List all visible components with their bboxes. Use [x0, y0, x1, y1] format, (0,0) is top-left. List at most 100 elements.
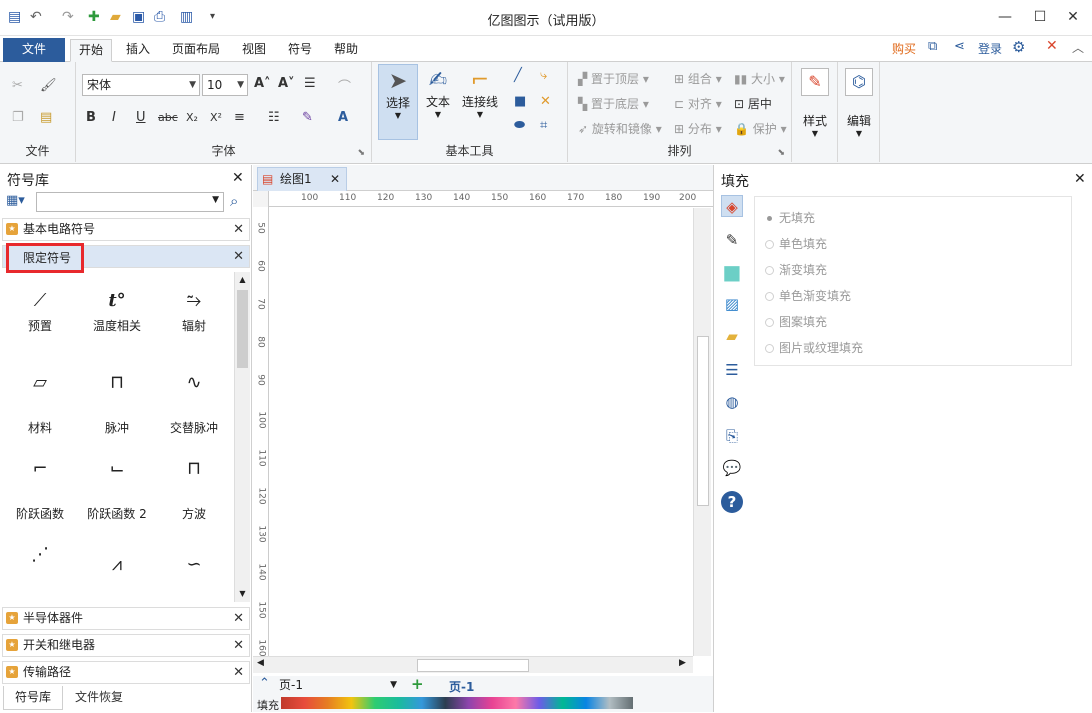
symbol-temperature[interactable]: t° 温度相关: [79, 285, 155, 334]
tab-page-layout[interactable]: 页面布局: [164, 39, 228, 62]
scroll-down-icon[interactable]: ▼: [235, 586, 250, 602]
superscript-button[interactable]: X²: [210, 111, 222, 124]
curve-tool-icon[interactable]: ⤷: [540, 68, 547, 83]
symbol-square-wave[interactable]: ⊓ 方波: [156, 453, 232, 522]
symbol-material[interactable]: ▱ 材料: [2, 367, 78, 436]
fill-option-solid[interactable]: 单色填充: [765, 235, 827, 252]
image-icon[interactable]: ▨: [721, 293, 743, 315]
category-qualifying-symbols-highlight[interactable]: 限定符号: [6, 243, 84, 273]
align-icon[interactable]: ☰: [304, 76, 316, 91]
align-button[interactable]: ⊏ 对齐 ▾: [674, 95, 722, 112]
symbol-preset[interactable]: ⟋ 预置: [2, 285, 78, 334]
shrink-font-icon[interactable]: A˅: [278, 76, 295, 91]
expand-pages-icon[interactable]: ⌃: [259, 676, 270, 691]
bullet-list-icon[interactable]: ☷: [268, 110, 280, 125]
font-name-select[interactable]: 宋体 ▼: [82, 74, 200, 96]
edit-button[interactable]: ⌬ 编辑 ▼: [840, 68, 878, 138]
login-link[interactable]: 登录: [978, 40, 1002, 57]
horizontal-scrollbar-thumb[interactable]: [417, 659, 529, 672]
canvas-horizontal-scrollbar[interactable]: ◀ ▶: [253, 656, 693, 673]
strikethrough-button[interactable]: abc: [158, 111, 178, 124]
add-page-icon[interactable]: +: [411, 675, 424, 693]
symbol-sawtooth-2[interactable]: ⩘: [79, 549, 155, 581]
canvas-vertical-scrollbar[interactable]: [693, 208, 711, 656]
format-painter-icon[interactable]: 🖌: [40, 78, 57, 93]
close-category-icon[interactable]: ✕: [233, 608, 244, 629]
fill-option-single-gradient[interactable]: 单色渐变填充: [765, 287, 851, 304]
rectangle-tool-icon[interactable]: ■: [514, 94, 526, 109]
symbol-radiation[interactable]: ⥲ 辐射: [156, 285, 232, 334]
symbol-alternating-pulse[interactable]: ∿ 交替脉冲: [156, 367, 232, 436]
scroll-up-icon[interactable]: ▲: [235, 272, 250, 288]
tab-symbol[interactable]: 符号: [280, 39, 320, 62]
symbol-search-input[interactable]: ▼: [36, 192, 224, 212]
group-button[interactable]: ⊞ 组合 ▾: [674, 70, 722, 87]
symbol-pulse[interactable]: ⊓ 脉冲: [79, 367, 155, 436]
buy-link[interactable]: 购买: [892, 40, 916, 57]
bring-to-front-button[interactable]: ▞ 置于顶层 ▾: [578, 70, 649, 87]
search-icon[interactable]: ⌕: [230, 192, 238, 210]
close-fill-panel-icon[interactable]: ✕: [1074, 171, 1086, 187]
data-list-icon[interactable]: ☰: [721, 359, 743, 381]
text-tool-button[interactable]: ✍ 文本 ▼: [420, 64, 456, 119]
italic-button[interactable]: I: [112, 110, 116, 125]
center-button[interactable]: ⊡ 居中: [734, 95, 772, 112]
paste-icon[interactable]: ▤: [40, 110, 52, 125]
vertical-scrollbar-thumb[interactable]: [697, 336, 709, 506]
line-tool-icon[interactable]: ╱: [514, 68, 522, 83]
color-palette[interactable]: [281, 697, 633, 709]
page-select[interactable]: 页-1 ▼: [279, 677, 399, 694]
highlight-icon[interactable]: ✎: [302, 110, 313, 125]
help-icon[interactable]: ?: [721, 491, 743, 513]
cut-icon[interactable]: ✂: [12, 78, 23, 93]
category-basic-circuit[interactable]: ★ 基本电路符号 ✕: [2, 218, 250, 241]
subscript-button[interactable]: X₂: [186, 111, 198, 124]
scroll-left-icon[interactable]: ◀: [257, 658, 264, 668]
symbol-step-function[interactable]: ⌐ 阶跃函数: [2, 453, 78, 522]
style-button[interactable]: ✎ 样式 ▼: [796, 68, 834, 138]
category-transmission-path[interactable]: ★ 传输路径 ✕: [2, 661, 250, 684]
category-semiconductor[interactable]: ★ 半导体器件 ✕: [2, 607, 250, 630]
send-to-back-button[interactable]: ▚ 置于底层 ▾: [578, 95, 649, 112]
symbol-sawtooth[interactable]: ⋰: [2, 539, 78, 571]
line-style-icon[interactable]: ✎: [721, 229, 743, 251]
settings-gear-icon[interactable]: ⚙: [1012, 38, 1025, 56]
layer-icon[interactable]: ▰: [721, 325, 743, 347]
close-category-icon[interactable]: ✕: [233, 219, 244, 240]
protect-button[interactable]: 🔒 保护 ▾: [734, 120, 787, 137]
category-switch-relay[interactable]: ★ 开关和继电器 ✕: [2, 634, 250, 657]
symbol-grid-scrollbar[interactable]: ▲ ▼: [234, 272, 250, 602]
symbol-sine-wave[interactable]: ∽: [156, 549, 232, 581]
tab-insert[interactable]: 插入: [118, 39, 158, 62]
maximize-button[interactable]: ☐: [1025, 6, 1055, 28]
tab-home[interactable]: 开始: [70, 39, 113, 62]
file-menu-button[interactable]: 文件: [3, 38, 65, 62]
page-select-dropdown-icon[interactable]: ▼: [390, 677, 397, 694]
comment-icon[interactable]: 💬: [721, 457, 743, 479]
drawing-page[interactable]: [270, 208, 693, 656]
point-tool-icon[interactable]: ✕: [540, 94, 551, 109]
font-color-icon[interactable]: A: [338, 110, 348, 125]
minimize-button[interactable]: —: [990, 6, 1020, 28]
fill-tool-icon[interactable]: ◈: [721, 195, 743, 217]
copy-icon[interactable]: ❐: [12, 110, 24, 125]
distribute-button[interactable]: ⊞ 分布 ▾: [674, 120, 722, 137]
tab-help[interactable]: 帮助: [326, 39, 366, 62]
underline-button[interactable]: U: [136, 110, 146, 125]
fill-option-none[interactable]: 无填充: [765, 209, 815, 226]
size-button[interactable]: ▮▮ 大小 ▾: [734, 70, 785, 87]
text-direction-icon[interactable]: ⌒: [338, 76, 351, 95]
crop-tool-icon[interactable]: ⌗: [540, 118, 547, 133]
tab-view[interactable]: 视图: [234, 39, 274, 62]
fill-option-picture-texture[interactable]: 图片或纹理填充: [765, 339, 863, 356]
page-tab[interactable]: 页-1: [449, 678, 474, 695]
close-window-button[interactable]: ✕: [1058, 6, 1088, 28]
connector-tool-button[interactable]: ⌐ 连接线 ▼: [458, 64, 502, 119]
app-brand-icon[interactable]: ✕: [1046, 38, 1058, 54]
close-category-icon[interactable]: ✕: [233, 246, 244, 267]
collapse-ribbon-icon[interactable]: ︿: [1072, 39, 1084, 56]
attachment-icon[interactable]: ⎘: [721, 425, 743, 447]
select-tool-button[interactable]: ➤ 选择 ▼: [378, 64, 418, 140]
scrollbar-thumb[interactable]: [237, 290, 248, 368]
bottom-tab-symbol-library[interactable]: 符号库: [3, 686, 63, 710]
